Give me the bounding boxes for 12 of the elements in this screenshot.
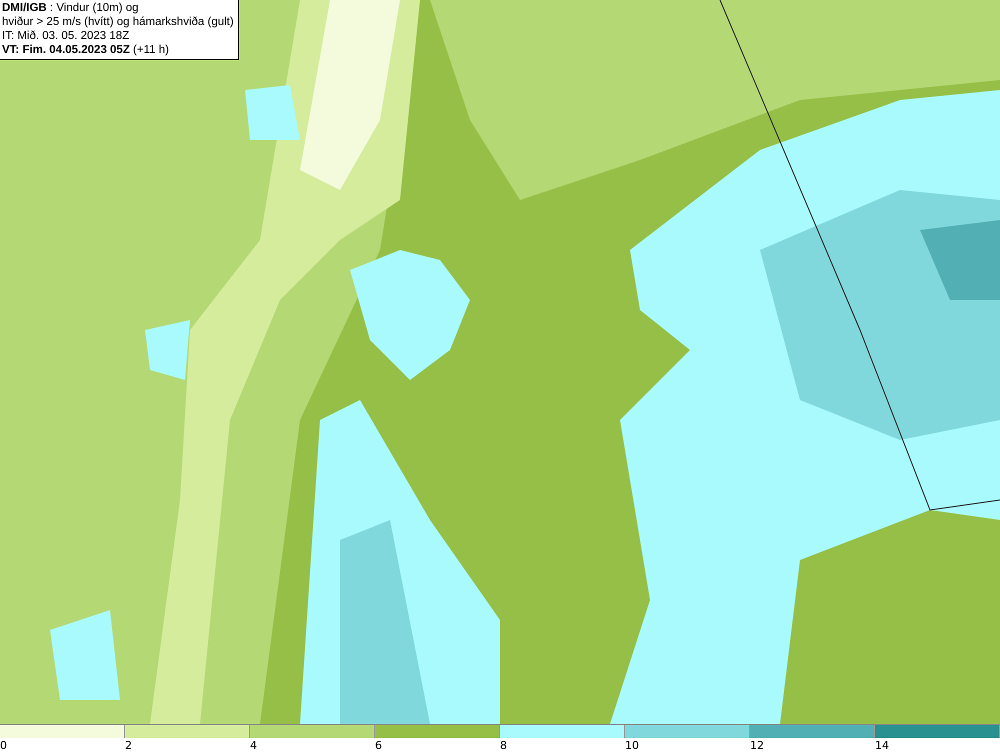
legend-label: 2 [125,738,132,753]
info-text: VT: Fim. 04.05.2023 05Z (+11 h) [2,43,170,57]
legend-label: 14 [875,738,889,753]
legend-label: 8 [500,738,507,753]
legend-label: 12 [750,738,764,753]
legend-label: 4 [250,738,257,753]
info-text: DMI/IGB : Vindur (10m) og [2,1,140,15]
legend-label: 0 [0,738,7,753]
info-text: IT: Mið. 03. 05. 2023 18Z [2,29,130,43]
info-text: hviður > 25 m/s (hvítt) og hámarkshviða (gult) [2,15,234,29]
legend-label: 6 [375,738,382,753]
legend-label: 10 [625,738,639,753]
